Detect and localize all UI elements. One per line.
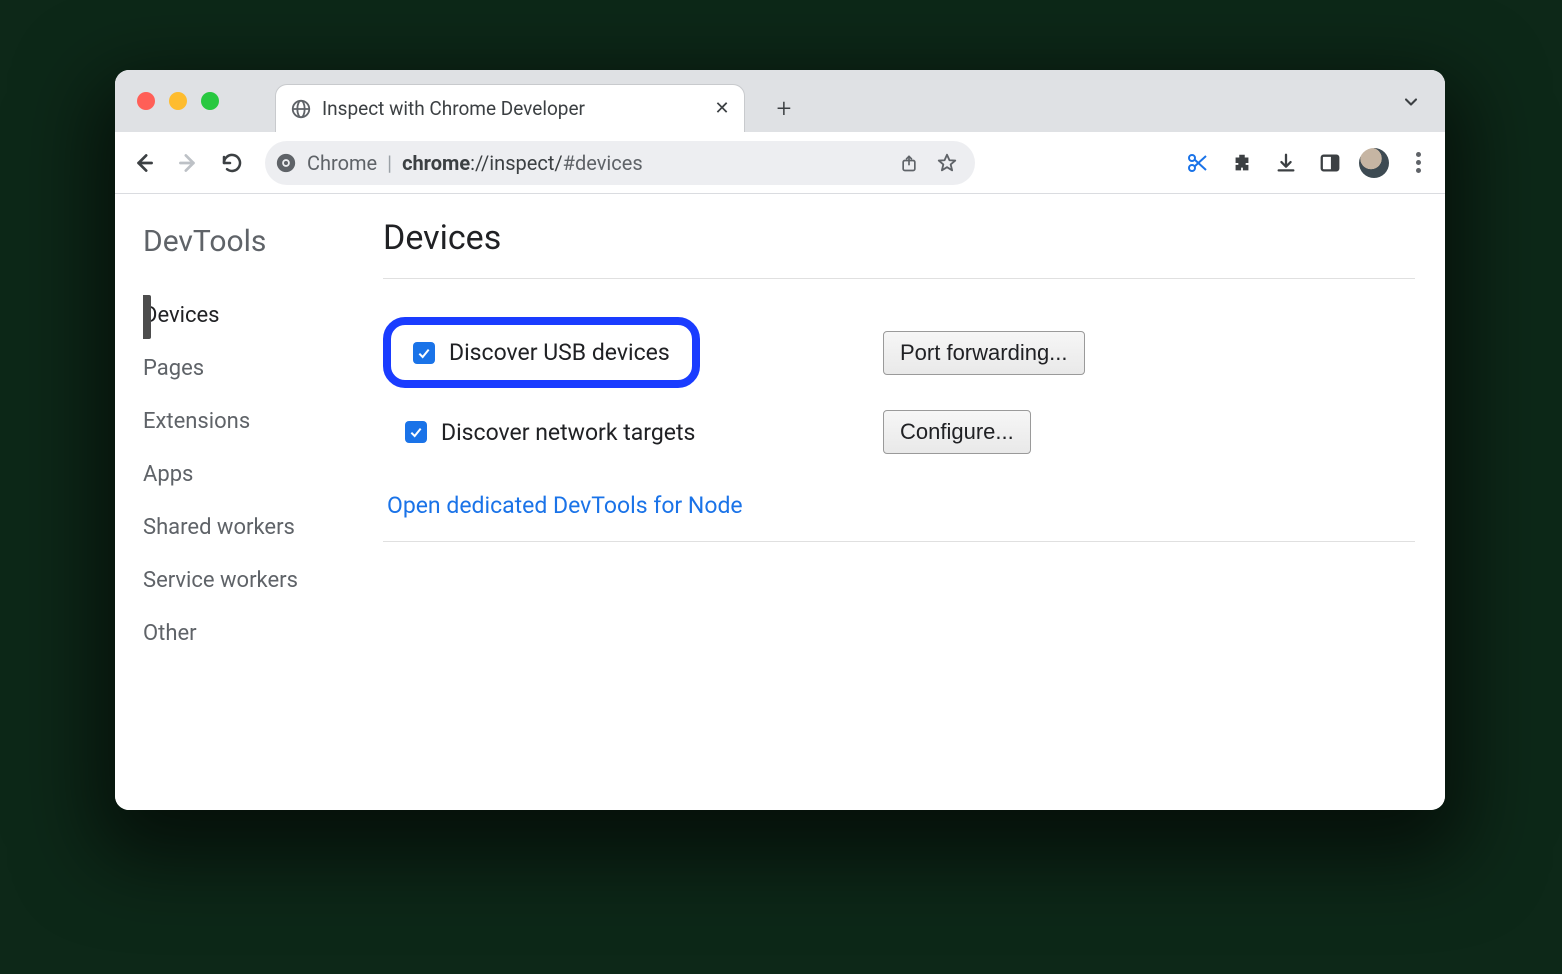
window-maximize-button[interactable] bbox=[201, 92, 219, 110]
row-node-link: Open dedicated DevTools for Node bbox=[383, 470, 1415, 542]
active-indicator bbox=[143, 295, 151, 339]
profile-avatar[interactable] bbox=[1359, 148, 1389, 178]
configure-button[interactable]: Configure... bbox=[883, 410, 1031, 454]
tab-title: Inspect with Chrome Developer bbox=[322, 97, 704, 120]
title-bar: Inspect with Chrome Developer ✕ + bbox=[115, 70, 1445, 132]
sidebar-item-devices[interactable]: Devices bbox=[143, 289, 375, 342]
main-panel: Devices Discover USB devices Port forwar… bbox=[375, 194, 1445, 810]
main-heading: Devices bbox=[383, 218, 1415, 258]
address-bar[interactable]: Chrome | chrome://inspect/#devices bbox=[265, 141, 975, 185]
row-discover-usb: Discover USB devices Port forwarding... bbox=[383, 301, 1415, 404]
omnibox-url: chrome://inspect/#devices bbox=[402, 151, 643, 175]
checkbox-discover-network[interactable] bbox=[405, 421, 427, 443]
chrome-icon bbox=[275, 152, 297, 174]
sidebar-item-shared-workers[interactable]: Shared workers bbox=[143, 501, 375, 554]
sidebar-item-apps[interactable]: Apps bbox=[143, 448, 375, 501]
tab-strip: Inspect with Chrome Developer ✕ + bbox=[275, 70, 801, 132]
label-discover-network: Discover network targets bbox=[441, 419, 695, 446]
tabs-dropdown-icon[interactable] bbox=[1401, 92, 1421, 116]
browser-window: Inspect with Chrome Developer ✕ + Chrome… bbox=[115, 70, 1445, 810]
omnibox-prefix: Chrome bbox=[307, 151, 377, 175]
toolbar: Chrome | chrome://inspect/#devices bbox=[115, 132, 1445, 194]
downloads-icon[interactable] bbox=[1271, 148, 1301, 178]
page-content: DevTools Devices Pages Extensions Apps S… bbox=[115, 194, 1445, 810]
menu-kebab-icon[interactable] bbox=[1403, 148, 1433, 178]
globe-icon bbox=[290, 98, 312, 120]
sidebar-item-pages[interactable]: Pages bbox=[143, 342, 375, 395]
new-tab-button[interactable]: + bbox=[767, 92, 801, 126]
bookmark-star-icon[interactable] bbox=[933, 152, 961, 174]
sidebar-item-service-workers[interactable]: Service workers bbox=[143, 554, 375, 607]
open-devtools-node-link[interactable]: Open dedicated DevTools for Node bbox=[387, 492, 743, 519]
close-tab-icon[interactable]: ✕ bbox=[714, 98, 730, 119]
share-icon[interactable] bbox=[895, 153, 923, 173]
side-panel-icon[interactable] bbox=[1315, 148, 1345, 178]
window-minimize-button[interactable] bbox=[169, 92, 187, 110]
window-close-button[interactable] bbox=[137, 92, 155, 110]
sidebar-item-extensions[interactable]: Extensions bbox=[143, 395, 375, 448]
omnibox-separator: | bbox=[387, 151, 392, 175]
sidebar-title: DevTools bbox=[143, 224, 375, 259]
window-controls bbox=[137, 92, 219, 110]
forward-button[interactable] bbox=[171, 146, 205, 180]
scissors-icon[interactable] bbox=[1183, 148, 1213, 178]
extensions-icon[interactable] bbox=[1227, 148, 1257, 178]
row-discover-network: Discover network targets Configure... bbox=[383, 404, 1415, 470]
toolbar-actions bbox=[1183, 148, 1433, 178]
sidebar-item-other[interactable]: Other bbox=[143, 607, 375, 660]
reload-button[interactable] bbox=[215, 146, 249, 180]
browser-tab[interactable]: Inspect with Chrome Developer ✕ bbox=[275, 84, 745, 132]
sidebar: DevTools Devices Pages Extensions Apps S… bbox=[115, 194, 375, 810]
port-forwarding-button[interactable]: Port forwarding... bbox=[883, 331, 1085, 375]
label-discover-usb: Discover USB devices bbox=[449, 339, 670, 366]
checkbox-discover-usb[interactable] bbox=[413, 342, 435, 364]
back-button[interactable] bbox=[127, 146, 161, 180]
sidebar-list: Devices Pages Extensions Apps Shared wor… bbox=[143, 289, 375, 660]
highlight-discover-usb: Discover USB devices bbox=[383, 317, 700, 388]
divider bbox=[383, 278, 1415, 279]
